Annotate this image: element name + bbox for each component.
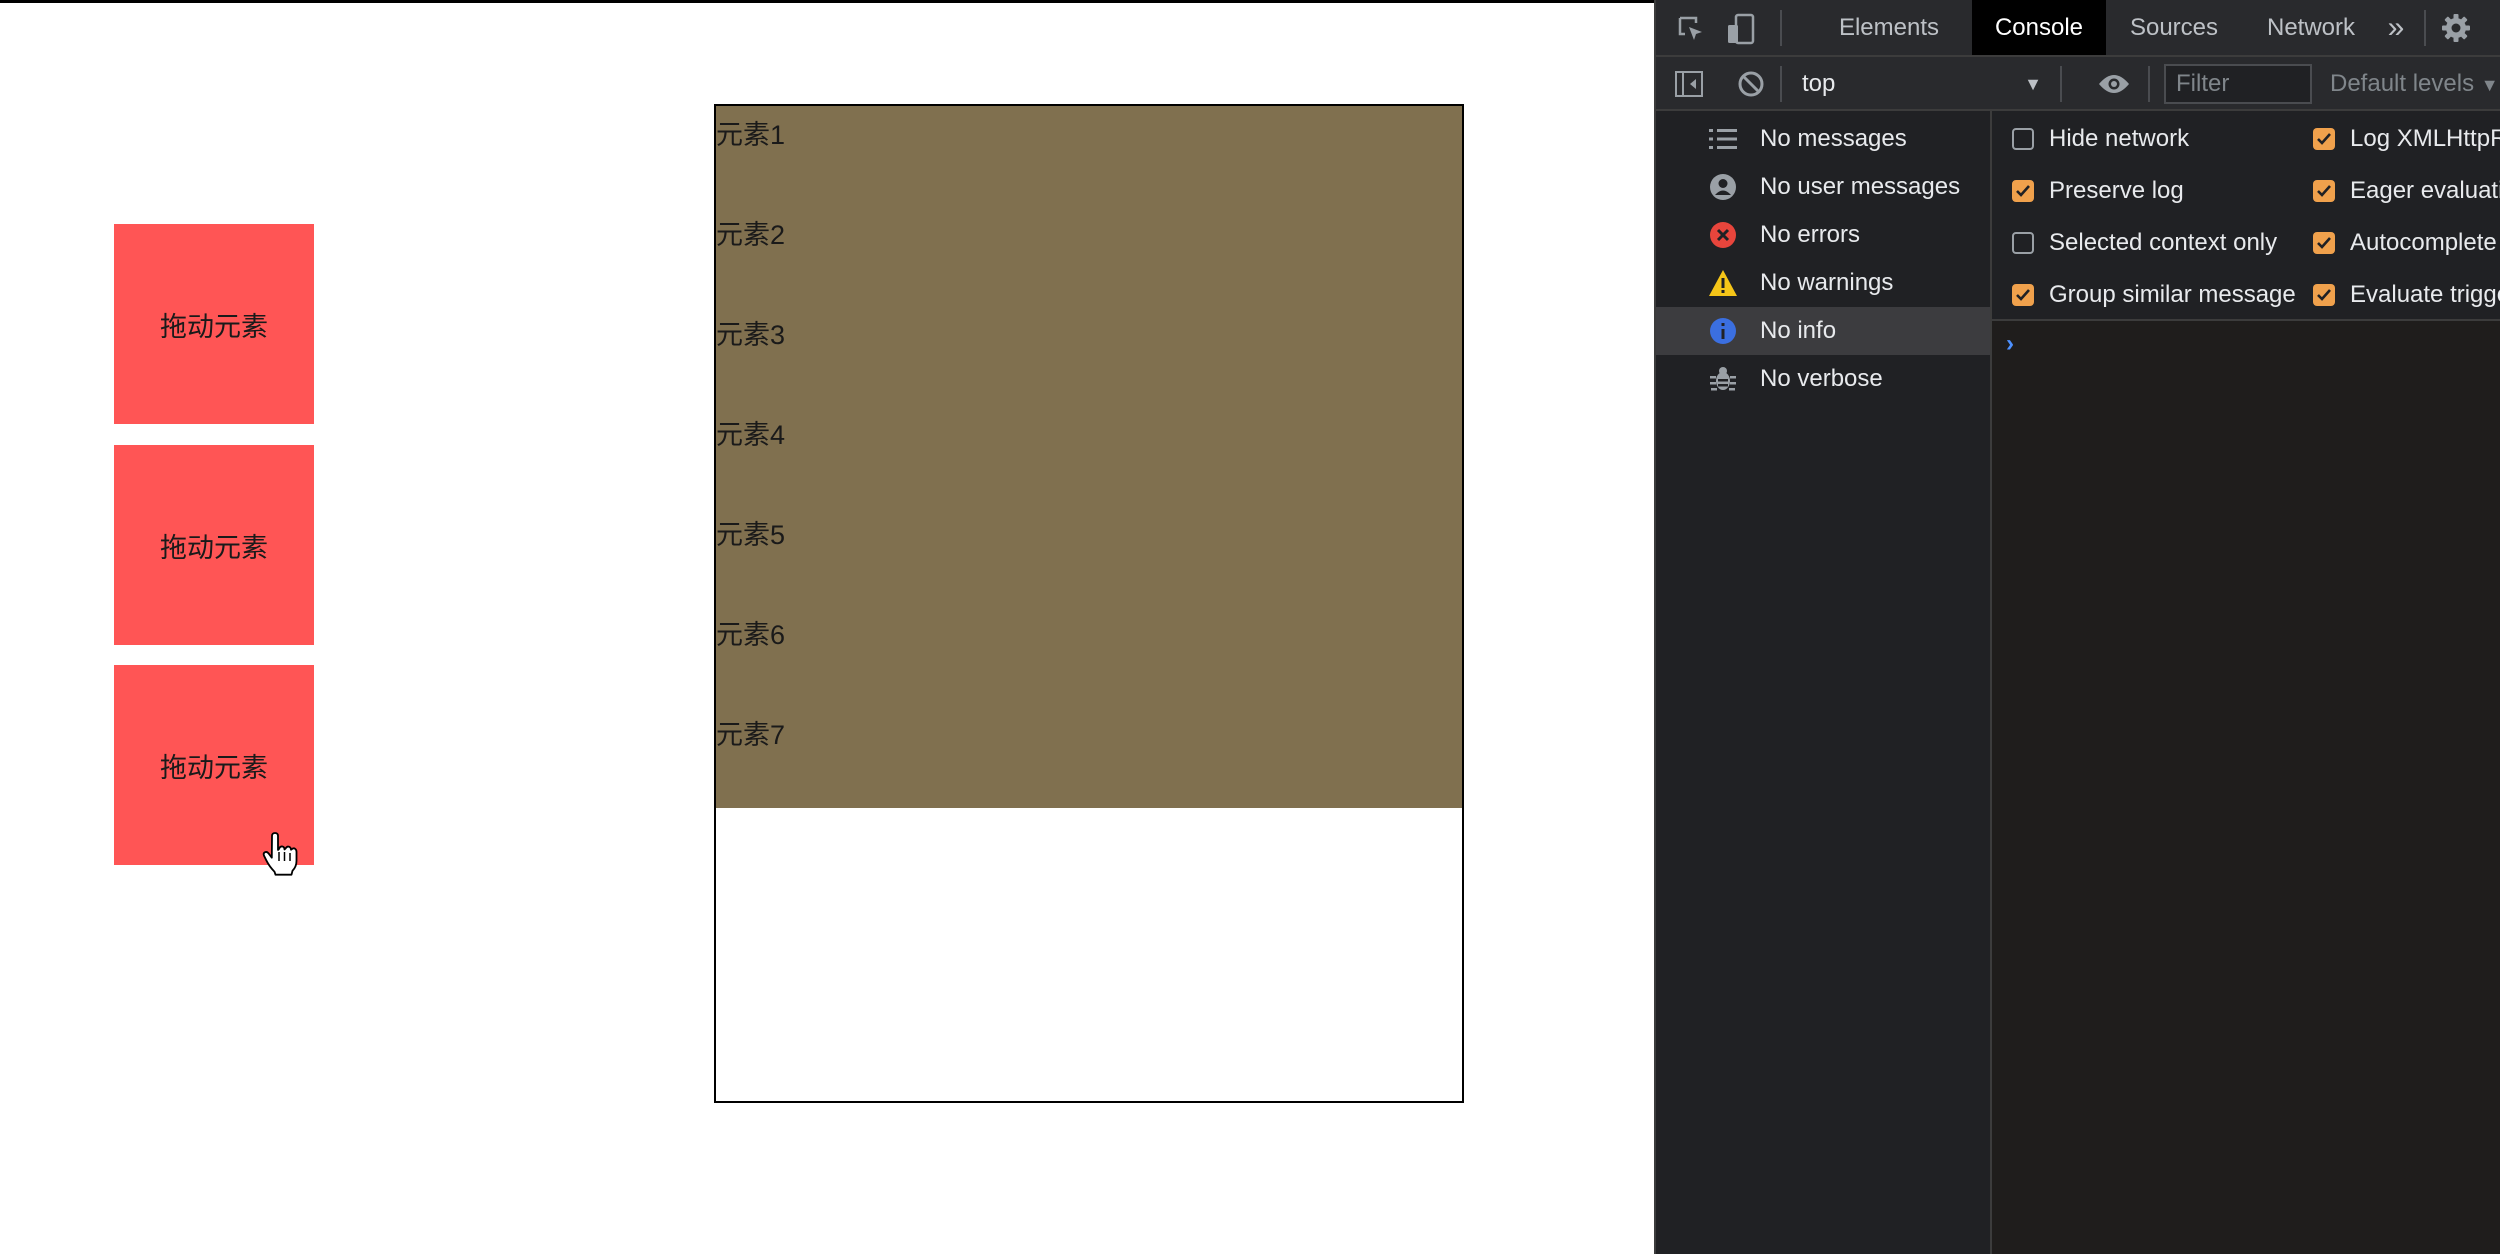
dropdown-arrow-icon: ▼ (2480, 75, 2499, 95)
bug-icon (1708, 364, 1738, 394)
toolbar-separator (1780, 10, 1782, 46)
checkmark-icon (2317, 185, 2331, 197)
dropped-item-6: 元素6 (716, 620, 786, 650)
sidebar-item-label: No user messages (1760, 173, 1961, 200)
option-hide-network[interactable]: Hide network (2012, 119, 2189, 159)
eye-icon[interactable] (2096, 69, 2132, 99)
console-settings-pane: Hide network Preserve log Selected conte… (1992, 111, 2500, 321)
sidebar-item-verbose[interactable]: No verbose (1656, 355, 1990, 403)
sidebar-item-info[interactable]: No info (1656, 307, 1990, 355)
toolbar-separator (1780, 66, 1782, 102)
tab-sources[interactable]: Sources (2106, 0, 2242, 55)
dropped-item-4: 元素4 (716, 420, 786, 450)
option-label: Autocomplete (2350, 229, 2497, 256)
dropped-item-5: 元素5 (716, 520, 786, 550)
drag-item-2[interactable]: 拖动元素 (114, 445, 314, 645)
option-group-similar[interactable]: Group similar message (2012, 275, 2296, 315)
drop-zone-filled-area: 元素1 元素2 元素3 元素4 元素5 元素6 元素7 (716, 106, 1462, 808)
toolbar-separator (2060, 66, 2062, 102)
checkbox[interactable] (2012, 232, 2034, 254)
sidebar-item-errors[interactable]: No errors (1656, 211, 1990, 259)
dropdown-arrow-icon: ▼ (2024, 74, 2042, 94)
devtools-toolbar: Elements Console Sources Network » (1656, 0, 2500, 57)
checkbox-checked[interactable] (2012, 180, 2034, 202)
checkbox[interactable] (2012, 128, 2034, 150)
sidebar-toggle-icon[interactable] (1672, 67, 1706, 101)
tab-network[interactable]: Network (2242, 0, 2380, 55)
option-label: Eager evaluatio (2350, 177, 2500, 204)
clear-console-icon[interactable] (1734, 67, 1768, 101)
devtools-panel: Elements Console Sources Network » top ▼… (1654, 0, 2500, 1254)
drag-item-label: 拖动元素 (160, 532, 268, 563)
checkbox-checked[interactable] (2313, 284, 2335, 306)
sidebar-item-label: No messages (1760, 125, 1907, 152)
option-eager-evaluation[interactable]: Eager evaluatio (2313, 171, 2500, 211)
checkmark-icon (2317, 133, 2331, 145)
sidebar-item-label: No warnings (1760, 269, 1894, 296)
checkbox-checked[interactable] (2313, 180, 2335, 202)
sidebar-item-user-messages[interactable]: No user messages (1656, 163, 1990, 211)
sidebar-item-label: No errors (1760, 221, 1861, 248)
checkbox-checked[interactable] (2313, 232, 2335, 254)
double-chevron-right-icon[interactable]: » (2378, 10, 2414, 46)
toolbar-separator (2148, 66, 2150, 102)
dropped-item-3: 元素3 (716, 320, 786, 350)
option-label: Hide network (2049, 125, 2190, 152)
option-autocomplete[interactable]: Autocomplete (2313, 223, 2497, 263)
drag-item-1[interactable]: 拖动元素 (114, 224, 314, 424)
sidebar-item-label: No info (1760, 317, 1837, 344)
option-log-xmlhttprequests[interactable]: Log XMLHttpR (2313, 119, 2500, 159)
dropped-item-7: 元素7 (716, 720, 786, 750)
hand-cursor-icon (262, 832, 298, 876)
option-label: Log XMLHttpR (2350, 125, 2500, 152)
gear-icon[interactable] (2436, 10, 2476, 46)
option-label: Preserve log (2049, 177, 2184, 204)
option-selected-context-only[interactable]: Selected context only (2012, 223, 2277, 263)
tab-elements[interactable]: Elements (1806, 0, 1972, 55)
sidebar-item-warnings[interactable]: No warnings (1656, 259, 1990, 307)
dropped-item-2: 元素2 (716, 220, 786, 250)
info-icon (1708, 316, 1738, 346)
device-toolbar-icon[interactable] (1724, 12, 1758, 46)
tab-console[interactable]: Console (1972, 0, 2106, 55)
toolbar-separator (2424, 10, 2426, 46)
checkmark-icon (2016, 185, 2030, 197)
warning-icon (1708, 268, 1738, 298)
log-levels-label: Default levels (2330, 70, 2475, 97)
error-icon (1708, 220, 1738, 250)
console-toolbar: top ▼ Default levels ▼ (1656, 57, 2500, 111)
user-icon (1708, 172, 1738, 202)
sidebar-item-label: No verbose (1760, 365, 1883, 392)
checkbox-checked[interactable] (2313, 128, 2335, 150)
option-label: Group similar message (2049, 281, 2296, 308)
drag-item-label: 拖动元素 (160, 311, 268, 342)
checkmark-icon (2317, 289, 2331, 301)
dropped-item-1: 元素1 (716, 120, 786, 150)
context-selector[interactable]: top ▼ (1802, 67, 2042, 101)
checkmark-icon (2016, 289, 2030, 301)
option-label: Evaluate trigge (2350, 281, 2500, 308)
filter-input[interactable] (2164, 64, 2312, 104)
console-sidebar: No messages No user messages No errors N… (1656, 111, 1992, 1254)
inspect-element-icon[interactable] (1674, 12, 1708, 46)
drag-item-label: 拖动元素 (160, 752, 268, 783)
log-levels-dropdown[interactable]: Default levels ▼ (2330, 57, 2499, 111)
list-icon (1708, 124, 1738, 154)
drop-zone[interactable]: 元素1 元素2 元素3 元素4 元素5 元素6 元素7 (714, 104, 1464, 1103)
option-label: Selected context only (2049, 229, 2278, 256)
option-evaluate-triggers[interactable]: Evaluate trigge (2313, 275, 2500, 315)
checkmark-icon (2317, 237, 2331, 249)
checkbox-checked[interactable] (2012, 284, 2034, 306)
console-output[interactable] (1992, 321, 2500, 1254)
option-preserve-log[interactable]: Preserve log (2012, 171, 2184, 211)
console-prompt-icon[interactable]: › (2006, 330, 2014, 358)
sidebar-item-messages[interactable]: No messages (1656, 115, 1990, 163)
context-value: top (1802, 70, 1836, 97)
